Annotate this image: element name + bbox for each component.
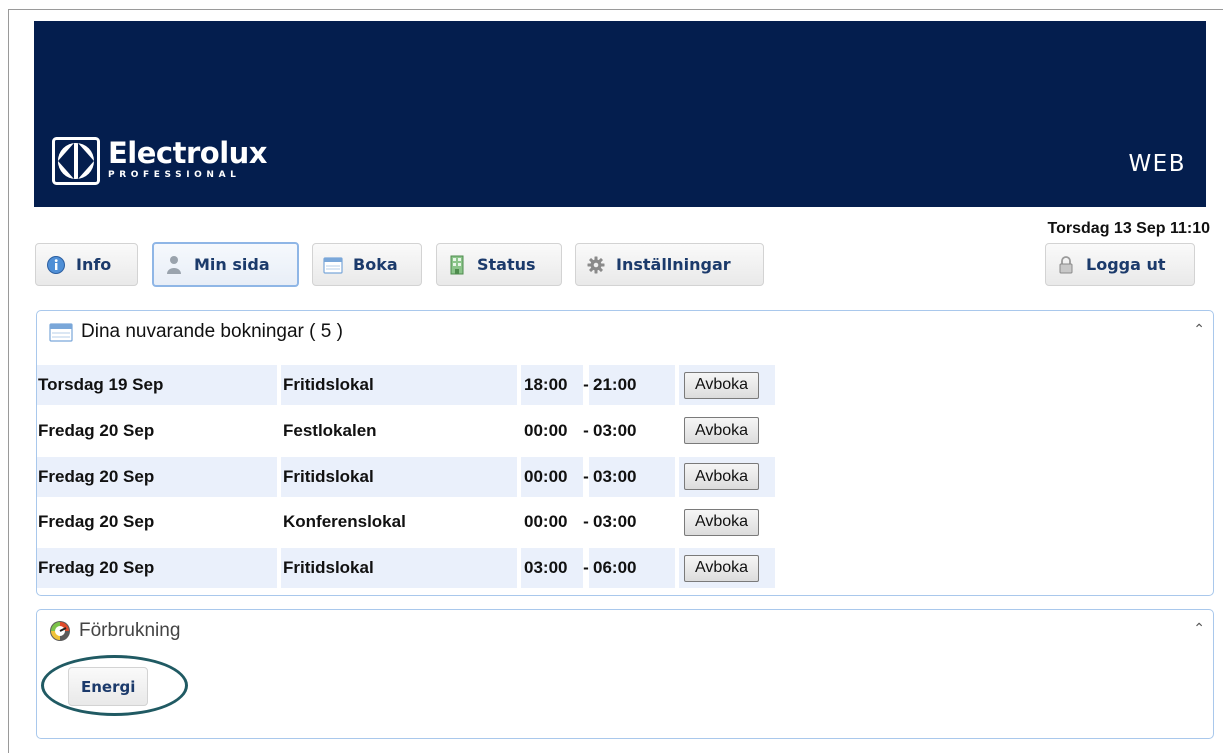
nav-min-sida-label: Min sida [194, 255, 270, 274]
cancel-booking-button[interactable]: Avboka [684, 508, 760, 536]
booking-start-time: 03:00 [521, 548, 583, 588]
booking-place: Fritidslokal [281, 548, 517, 588]
calendar-icon [49, 322, 73, 342]
collapse-chevron-icon[interactable]: ⌃ [1193, 620, 1205, 637]
calendar-icon [323, 255, 343, 275]
booking-date: Torsdag 19 Sep [37, 365, 277, 405]
nav-installningar-label: Inställningar [616, 255, 731, 274]
cancel-booking-button[interactable]: Avboka [684, 417, 760, 445]
gear-icon [586, 255, 606, 275]
booking-date: Fredag 20 Sep [37, 456, 277, 497]
header-banner: Electrolux PROFESSIONAL WEB [34, 21, 1206, 207]
booking-end-time: 03:00 [589, 456, 675, 497]
booking-date: Fredag 20 Sep [37, 548, 277, 588]
highlight-annotation [41, 655, 188, 716]
info-icon [46, 255, 66, 275]
nav-status-button[interactable]: Status [436, 243, 562, 286]
booking-start-time: 00:00 [524, 512, 568, 532]
logout-label: Logga ut [1086, 255, 1166, 274]
booking-end-time: 21:00 [589, 365, 675, 405]
nav-min-sida-button[interactable]: Min sida [152, 242, 299, 287]
booking-end-time: 03:00 [593, 420, 637, 440]
nav-info-label: Info [76, 255, 112, 274]
cancel-booking-button[interactable]: Avboka [684, 554, 760, 582]
booking-place: Fritidslokal [281, 365, 517, 405]
electrolux-logo-icon [52, 137, 100, 185]
booking-action-cell: Avboka [679, 548, 775, 588]
booking-date: Fredag 20 Sep [38, 420, 155, 440]
booking-row: Torsdag 19 Sep Fritidslokal 18:00-21:00 Avb… [37, 365, 775, 405]
nav-boka-button[interactable]: Boka [312, 243, 422, 286]
booking-start-time: 00:00 [524, 420, 568, 440]
brand-subtitle: PROFESSIONAL [108, 170, 241, 180]
booking-action-cell: Avboka [679, 365, 775, 405]
user-icon [164, 255, 184, 275]
building-icon [447, 255, 467, 275]
booking-row: Fredag 20 Sep Fritidslokal 00:00-03:00 Avbo… [37, 456, 775, 497]
gauge-icon [49, 620, 71, 642]
nav-info-button[interactable]: Info [35, 243, 138, 286]
brand-name: Electrolux [108, 136, 268, 170]
bookings-title: Dina nuvarande bokningar ( 5 ) [81, 321, 343, 342]
booking-place: Konferenslokal [283, 512, 406, 532]
booking-row: Fredag 20 Sep Konferenslokal 00:00-03:00 Av… [37, 502, 775, 542]
booking-action-cell: Avboka [679, 456, 775, 497]
booking-place: Festlokalen [283, 420, 377, 440]
booking-row: Fredag 20 Sep Festlokalen 00:00-03:00 Avbok… [37, 411, 775, 451]
usage-panel: Förbrukning ⌃ [36, 609, 1214, 739]
booking-start-time: 00:00 [521, 456, 583, 497]
booking-action-cell: Avboka [679, 502, 775, 542]
lock-icon [1056, 255, 1076, 275]
collapse-chevron-icon[interactable]: ⌃ [1193, 321, 1205, 338]
brand-logo: Electrolux PROFESSIONAL [52, 136, 268, 185]
booking-date: Fredag 20 Sep [38, 512, 155, 532]
booking-end-time: 06:00 [589, 548, 675, 588]
bookings-panel-header: Dina nuvarande bokningar ( 5 ) [49, 321, 343, 343]
nav-status-label: Status [477, 255, 536, 274]
cancel-booking-button[interactable]: Avboka [684, 371, 760, 399]
current-datetime: Torsdag 13 Sep 11:10 [1047, 220, 1210, 237]
cancel-booking-button[interactable]: Avboka [684, 463, 760, 490]
usage-panel-header: Förbrukning [49, 620, 180, 642]
booking-start-time: 18:00 [521, 365, 583, 405]
booking-action-cell: Avboka [679, 411, 775, 451]
usage-title: Förbrukning [79, 620, 181, 641]
nav-boka-label: Boka [353, 255, 398, 274]
booking-end-time: 03:00 [593, 512, 637, 532]
nav-installningar-button[interactable]: Inställningar [575, 243, 764, 286]
booking-row: Fredag 20 Sep Fritidslokal 03:00-06:00 Avbo… [37, 548, 775, 588]
booking-place: Fritidslokal [281, 456, 517, 497]
app-label: WEB [1128, 151, 1186, 177]
logout-button[interactable]: Logga ut [1045, 243, 1195, 286]
